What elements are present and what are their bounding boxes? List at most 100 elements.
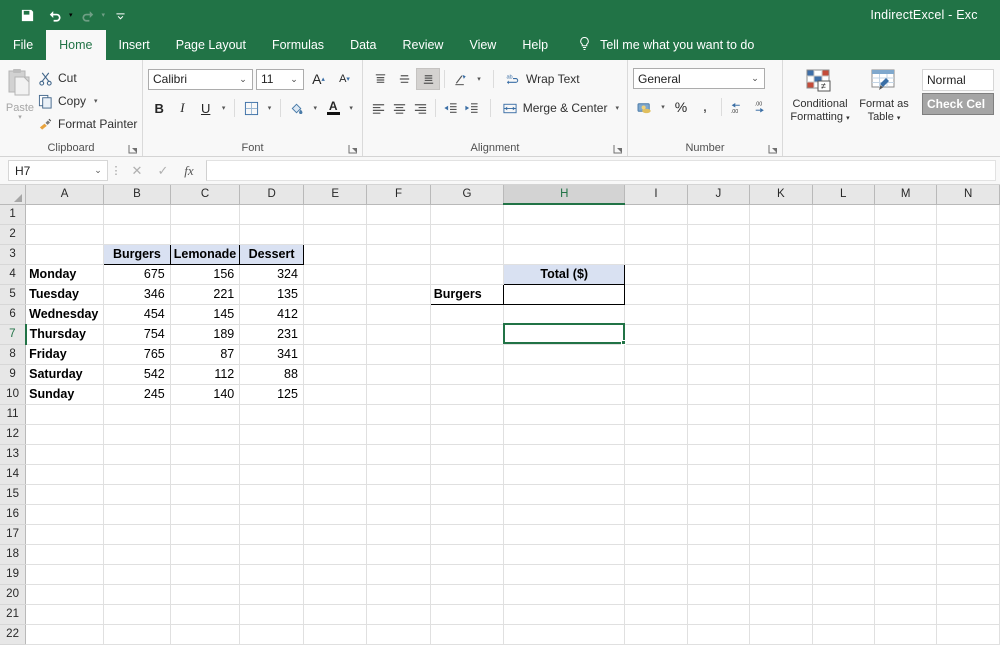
cell-K16[interactable] xyxy=(749,504,813,525)
cell-J5[interactable] xyxy=(687,284,751,305)
cell-M18[interactable] xyxy=(874,544,938,565)
cell-H21[interactable] xyxy=(503,604,626,625)
cell-L9[interactable] xyxy=(812,364,875,385)
cell-A19[interactable] xyxy=(25,564,105,585)
cell-C11[interactable] xyxy=(170,404,241,425)
cell-C12[interactable] xyxy=(170,424,241,445)
row-header-21[interactable]: 21 xyxy=(0,604,27,625)
cell-A12[interactable] xyxy=(25,424,105,445)
cell-N17[interactable] xyxy=(936,524,1000,545)
cell-K7[interactable] xyxy=(749,324,813,345)
cell-A16[interactable] xyxy=(25,504,105,525)
cell-I14[interactable] xyxy=(624,464,688,485)
cell-J8[interactable] xyxy=(687,344,751,365)
cell-F3[interactable] xyxy=(366,244,431,265)
cell-M8[interactable] xyxy=(874,344,938,365)
cell-C4[interactable]: 156 xyxy=(170,264,241,285)
column-header-a[interactable]: A xyxy=(25,185,105,205)
cell-G9[interactable] xyxy=(430,364,505,385)
cell-D22[interactable] xyxy=(239,624,304,645)
column-header-k[interactable]: K xyxy=(749,185,813,205)
cell-I2[interactable] xyxy=(624,224,688,245)
chevron-down-icon[interactable]: ⌄ xyxy=(287,74,301,85)
cell-F15[interactable] xyxy=(366,484,431,505)
cell-D10[interactable]: 125 xyxy=(239,384,304,405)
cell-H10[interactable] xyxy=(503,384,626,405)
font-color-button[interactable]: A xyxy=(322,97,344,120)
cell-I17[interactable] xyxy=(624,524,688,545)
insert-function-button[interactable]: fx xyxy=(176,160,202,182)
fill-color-dropdown-icon[interactable]: ▾ xyxy=(309,97,321,120)
cell-N13[interactable] xyxy=(936,444,1000,465)
cell-G7[interactable] xyxy=(430,324,505,345)
cell-H3[interactable] xyxy=(503,244,626,265)
row-header-9[interactable]: 9 xyxy=(0,364,27,385)
cell-H16[interactable] xyxy=(503,504,626,525)
cell-F8[interactable] xyxy=(366,344,431,365)
cell-J11[interactable] xyxy=(687,404,751,425)
cell-E8[interactable] xyxy=(303,344,368,365)
cell-M11[interactable] xyxy=(874,404,938,425)
increase-indent-button[interactable] xyxy=(461,97,482,119)
cell-C1[interactable] xyxy=(170,204,241,225)
cell-E22[interactable] xyxy=(303,624,368,645)
row-header-6[interactable]: 6 xyxy=(0,304,27,325)
borders-dropdown-icon[interactable]: ▾ xyxy=(264,97,276,120)
tab-file[interactable]: File xyxy=(0,30,46,60)
cell-F7[interactable] xyxy=(366,324,431,345)
cell-J22[interactable] xyxy=(687,624,751,645)
chevron-down-icon[interactable]: ⌄ xyxy=(91,165,105,176)
cell-B5[interactable]: 346 xyxy=(103,284,171,305)
cell-D14[interactable] xyxy=(239,464,304,485)
row-header-3[interactable]: 3 xyxy=(0,244,27,265)
cell-E10[interactable] xyxy=(303,384,368,405)
copy-button[interactable]: Copy ▾ xyxy=(35,90,140,112)
cell-E13[interactable] xyxy=(303,444,368,465)
cell-G6[interactable] xyxy=(430,304,505,325)
cell-N10[interactable] xyxy=(936,384,1000,405)
cell-E6[interactable] xyxy=(303,304,368,325)
cell-B9[interactable]: 542 xyxy=(103,364,171,385)
row-header-8[interactable]: 8 xyxy=(0,344,27,365)
enter-formula-button[interactable]: ✓ xyxy=(150,160,176,182)
cell-B14[interactable] xyxy=(103,464,171,485)
cell-A18[interactable] xyxy=(25,544,105,565)
underline-button[interactable]: U xyxy=(195,97,217,120)
cell-B15[interactable] xyxy=(103,484,171,505)
cell-N6[interactable] xyxy=(936,304,1000,325)
cell-F14[interactable] xyxy=(366,464,431,485)
font-dialog-launcher[interactable] xyxy=(348,144,358,154)
cell-L13[interactable] xyxy=(812,444,875,465)
cell-L7[interactable] xyxy=(812,324,875,345)
cell-J18[interactable] xyxy=(687,544,751,565)
select-all-corner[interactable] xyxy=(0,185,27,205)
decrease-indent-button[interactable] xyxy=(440,97,461,119)
cell-E2[interactable] xyxy=(303,224,368,245)
cell-M14[interactable] xyxy=(874,464,938,485)
cell-H14[interactable] xyxy=(503,464,626,485)
decrease-font-size-button[interactable]: A ▾ xyxy=(333,68,356,91)
cell-K17[interactable] xyxy=(749,524,813,545)
cell-A9[interactable]: Saturday xyxy=(25,364,105,385)
cell-N1[interactable] xyxy=(936,204,1000,225)
cell-L15[interactable] xyxy=(812,484,875,505)
cell-G16[interactable] xyxy=(430,504,505,525)
font-size-input[interactable]: 11 ⌄ xyxy=(256,68,304,90)
cell-A3[interactable] xyxy=(25,244,105,265)
cell-J15[interactable] xyxy=(687,484,751,505)
column-header-d[interactable]: D xyxy=(239,185,304,205)
cell-K3[interactable] xyxy=(749,244,813,265)
column-header-e[interactable]: E xyxy=(303,185,368,205)
cell-H11[interactable] xyxy=(503,404,626,425)
cell-M17[interactable] xyxy=(874,524,938,545)
cell-H22[interactable] xyxy=(503,624,626,645)
cell-L1[interactable] xyxy=(812,204,875,225)
cell-K22[interactable] xyxy=(749,624,813,645)
cell-F17[interactable] xyxy=(366,524,431,545)
cell-N22[interactable] xyxy=(936,624,1000,645)
cell-H5[interactable] xyxy=(503,283,626,305)
row-header-20[interactable]: 20 xyxy=(0,584,27,605)
cell-N11[interactable] xyxy=(936,404,1000,425)
fill-color-button[interactable] xyxy=(286,97,308,120)
cell-L17[interactable] xyxy=(812,524,875,545)
